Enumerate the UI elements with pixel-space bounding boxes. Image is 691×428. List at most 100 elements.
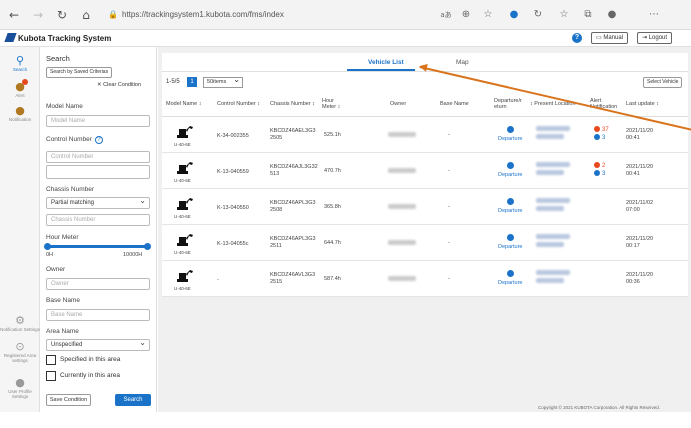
specified-area-checkbox[interactable]: [46, 355, 56, 365]
rail-alert[interactable]: ● Alert: [0, 79, 40, 98]
items-per-page-select[interactable]: 50items: [203, 75, 243, 88]
hour-meter-max-handle[interactable]: [144, 243, 151, 250]
control-number-cell: K-13-040559: [217, 169, 249, 175]
base-name-input[interactable]: Base Name: [46, 309, 150, 321]
model-name-label: Model Name: [46, 103, 83, 110]
control-number-cell: -: [217, 277, 219, 283]
profile-avatar[interactable]: ●: [604, 7, 620, 23]
logout-button[interactable]: ⇥ Logout: [637, 32, 673, 44]
chassis-number-cell-line2: 2505: [270, 135, 283, 141]
chassis-number-input[interactable]: Chassis Number: [46, 214, 150, 226]
alert-blue-badge[interactable]: 3: [594, 170, 605, 177]
search-button[interactable]: Search: [115, 394, 151, 406]
area-name-select[interactable]: Unspecified: [46, 338, 150, 351]
hour-meter-slider[interactable]: [48, 245, 148, 248]
header-hour-meter[interactable]: Hour Meter ↕: [322, 98, 340, 110]
left-rail: ⚲ Search ● Alert ● Notification ⚙ Notificati…: [0, 47, 40, 412]
location-cell-redacted[interactable]: [536, 198, 570, 203]
clear-condition-label: Clear Condition: [103, 82, 142, 88]
refresh-icon[interactable]: ↻: [54, 7, 70, 23]
header-control-number[interactable]: Control Number ↕: [217, 101, 260, 107]
location-cell-redacted[interactable]: [536, 126, 570, 131]
select-vehicle-button[interactable]: Select Vehicle: [643, 77, 683, 88]
location-cell-redacted-line2[interactable]: [536, 206, 564, 211]
control-number-extra-field[interactable]: [46, 165, 150, 179]
area-name-label: Area Name: [46, 328, 79, 335]
hour-meter-cell: 470.7h: [324, 168, 341, 174]
location-cell-redacted-line2[interactable]: [536, 242, 564, 247]
hour-meter-cell: 525.1h: [324, 132, 341, 138]
rail-area-settings[interactable]: ⊙ Registered Area settings: [0, 341, 40, 364]
departure-status[interactable]: Departure: [498, 136, 522, 142]
last-update-date: 2021/11/20: [626, 236, 654, 242]
logout-label: Logout: [648, 35, 668, 41]
help-icon[interactable]: ?: [572, 33, 582, 43]
excavator-icon: [177, 126, 193, 138]
clear-condition-link[interactable]: ✕ Clear Condition: [97, 82, 141, 88]
departure-icon: [507, 198, 514, 205]
header-chassis-number[interactable]: Chassis Number ↕: [270, 101, 315, 107]
owner-cell-redacted: [388, 276, 416, 281]
hour-meter-min-handle[interactable]: [44, 243, 51, 250]
table-row[interactable]: U-40-6E K-34-002355 KBCDZ46AEL3G3 2505 525.1…: [162, 117, 688, 153]
last-update-time: 00:17: [626, 243, 640, 249]
vehicle-list-card: Vehicle List Map 1-5/5 1 50items Select …: [162, 53, 688, 297]
rail-search-label: Search: [12, 67, 28, 72]
last-update-date: 2021/11/02: [626, 200, 654, 206]
departure-status[interactable]: Departure: [498, 208, 522, 214]
back-icon[interactable]: ←: [6, 7, 22, 23]
hour-max-value: 10000H: [123, 252, 143, 258]
collections-icon[interactable]: ⧉: [580, 7, 596, 23]
refresh-extension-icon[interactable]: ↻: [530, 7, 546, 23]
tab-vehicle-list[interactable]: Vehicle List: [368, 59, 404, 66]
alert-red-badge[interactable]: 2: [594, 162, 605, 169]
location-cell-redacted[interactable]: [536, 162, 570, 167]
rail-alert-label: Alert: [15, 93, 25, 98]
location-cell-redacted-line2[interactable]: [536, 134, 564, 139]
table-row[interactable]: U-40-6E K-13-040550 KBCDZ46APL3G3 2508 365.8…: [162, 189, 688, 225]
rail-area-settings-label: Registered Area settings: [3, 353, 37, 363]
favorite-star-icon[interactable]: ☆: [480, 7, 496, 23]
rail-notification[interactable]: ● Notification: [0, 105, 40, 123]
save-condition-button[interactable]: Save Condition: [46, 394, 91, 406]
location-cell-redacted-line2[interactable]: [536, 278, 564, 283]
alert-blue-badge[interactable]: 3: [594, 134, 605, 141]
alert-red-badge[interactable]: 37: [594, 126, 609, 133]
location-cell-redacted-line2[interactable]: [536, 170, 564, 175]
home-icon[interactable]: ⌂: [78, 7, 94, 23]
saved-criteria-button[interactable]: Search by Saved Criterias: [46, 67, 113, 78]
location-cell-redacted[interactable]: [536, 234, 570, 239]
more-menu-icon[interactable]: ⋯: [646, 7, 662, 23]
tab-map[interactable]: Map: [456, 59, 469, 66]
header-last-update[interactable]: Last update ↕: [626, 101, 659, 107]
zoom-icon[interactable]: ⊕: [458, 7, 474, 23]
departure-status[interactable]: Departure: [498, 244, 522, 250]
page-button[interactable]: 1: [187, 77, 197, 87]
rail-user-profile[interactable]: ● User Profile Settings: [0, 377, 40, 400]
rail-notification-settings[interactable]: ⚙ Notification Settings: [0, 315, 40, 333]
header-model-name[interactable]: Model Name ↕: [166, 101, 201, 107]
table-row[interactable]: U-40-6E K-13-04055c KBCDZ46APL3G3 2511 644.7…: [162, 225, 688, 261]
rail-search[interactable]: ⚲ Search: [0, 55, 40, 73]
control-number-cell: K-13-040550: [217, 205, 249, 211]
currently-area-checkbox[interactable]: [46, 371, 56, 381]
control-number-input[interactable]: Control Number: [46, 151, 150, 163]
departure-status[interactable]: Departure: [498, 280, 522, 286]
table-row[interactable]: U-40-6E K-13-040559 KBCDZ46AJL3G32 513 470.7…: [162, 153, 688, 189]
location-cell-redacted[interactable]: [536, 270, 570, 275]
rail-user-profile-label: User Profile Settings: [8, 389, 32, 399]
base-name-cell: -: [448, 276, 450, 282]
favorites-icon[interactable]: ☆: [556, 7, 572, 23]
table-row[interactable]: U-40-6E - KBCDZ46AVL3G3 2515 587.4h - Departur…: [162, 261, 688, 297]
reader-mode-icon[interactable]: aあ: [438, 7, 454, 23]
help-icon[interactable]: ?: [94, 136, 103, 144]
model-name-input[interactable]: Model Name: [46, 115, 150, 127]
owner-input[interactable]: Owner: [46, 278, 150, 290]
chassis-number-cell: KBCDZ46AVL3G3: [270, 272, 316, 278]
extension-icon[interactable]: ●: [506, 7, 522, 23]
departure-status[interactable]: Departure: [498, 172, 522, 178]
chassis-match-select[interactable]: Partial matching: [46, 196, 150, 209]
model-name-cell: U-40-6E: [174, 250, 191, 255]
manual-button[interactable]: ▭ Manual: [591, 32, 629, 44]
forward-icon[interactable]: →: [30, 7, 46, 23]
